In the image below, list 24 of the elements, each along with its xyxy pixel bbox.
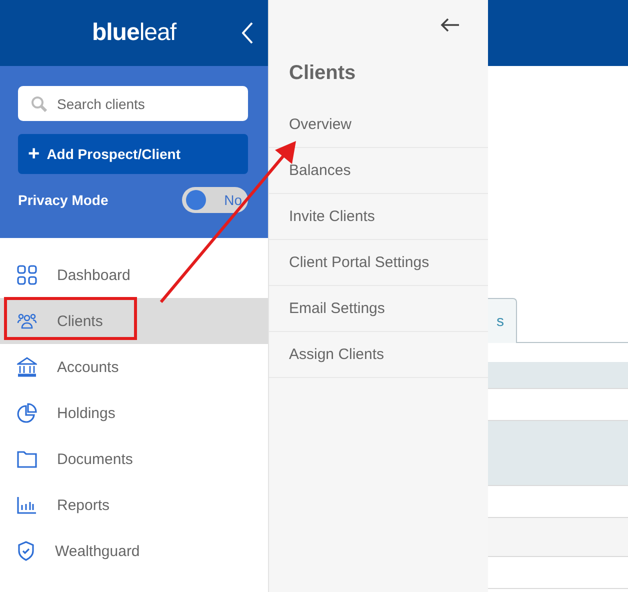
nav-item[interactable]: Documents — [0, 436, 268, 482]
people-icon — [17, 313, 37, 329]
pie-chart-icon — [17, 403, 37, 423]
privacy-mode-label: Privacy Mode — [18, 192, 108, 208]
privacy-toggle[interactable]: No — [182, 187, 248, 213]
nav-item[interactable]: Dashboard — [0, 252, 268, 298]
bar-chart-icon — [17, 496, 37, 514]
search-icon — [31, 96, 47, 112]
bank-icon — [17, 357, 37, 377]
logo: blueleaf — [92, 19, 176, 47]
back-arrow-icon[interactable] — [440, 17, 460, 33]
shield-icon — [17, 541, 35, 561]
add-client-button[interactable]: + Add Prospect/Client — [18, 134, 248, 174]
nav-item[interactable]: Wealthguard — [0, 528, 268, 574]
grid-icon — [17, 265, 37, 285]
nav-item[interactable]: Clients — [0, 298, 268, 344]
nav-item[interactable]: Accounts — [0, 344, 268, 390]
nav-item[interactable]: Holdings — [0, 390, 268, 436]
submenu-title: Clients — [288, 61, 357, 86]
search-field[interactable]: Search clients — [18, 86, 248, 121]
nav-item[interactable]: Reports — [0, 482, 268, 528]
chevron-left-icon[interactable] — [242, 22, 254, 44]
tab[interactable]: s — [488, 298, 517, 343]
folder-icon — [17, 450, 37, 468]
